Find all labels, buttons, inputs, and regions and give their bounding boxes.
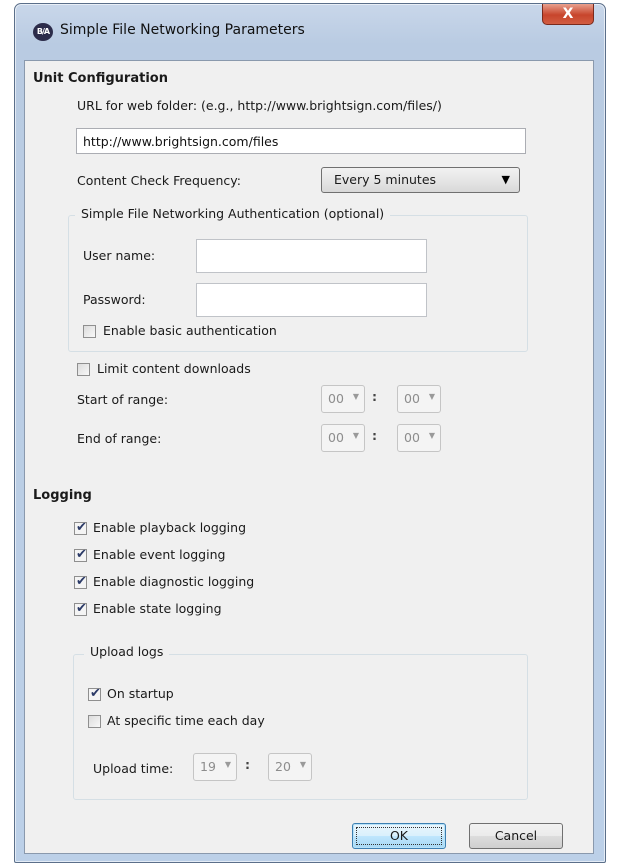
enable-diagnostic-logging-checkbox[interactable]: ✔ — [74, 574, 87, 589]
close-icon: X — [562, 6, 574, 22]
on-startup-label[interactable]: On startup — [107, 686, 174, 701]
focus-rectangle — [356, 827, 442, 845]
username-input[interactable] — [196, 239, 427, 273]
ok-button[interactable]: OK — [352, 823, 446, 849]
password-label: Password: — [83, 292, 146, 307]
dialog-window: B/A Simple File Networking Parameters X … — [14, 3, 606, 863]
upload-hour-value: 19 — [200, 759, 216, 774]
upload-minute-select[interactable]: 20 ▼ — [268, 753, 312, 781]
time-separator: : — [372, 428, 377, 443]
content-check-frequency-label: Content Check Frequency: — [77, 173, 241, 188]
url-input[interactable] — [76, 128, 526, 154]
username-label: User name: — [83, 248, 156, 263]
cancel-button-label: Cancel — [494, 828, 538, 843]
authentication-groupbox: Simple File Networking Authentication (o… — [68, 206, 528, 352]
start-hour-value: 00 — [328, 391, 344, 406]
enable-playback-logging-label[interactable]: Enable playback logging — [93, 520, 246, 535]
time-separator: : — [245, 757, 250, 772]
close-button[interactable]: X — [542, 4, 594, 25]
start-minute-select[interactable]: 00 ▼ — [397, 385, 441, 413]
enable-state-logging-checkbox[interactable]: ✔ — [74, 601, 87, 616]
on-startup-checkbox[interactable]: ✔ — [88, 686, 101, 701]
dialog-content: Unit Configuration URL for web folder: (… — [24, 60, 594, 854]
end-of-range-label: End of range: — [77, 431, 162, 446]
upload-logs-groupbox: Upload logs ✔ On startup At specific tim… — [73, 644, 528, 800]
title-bar[interactable]: B/A Simple File Networking Parameters X — [15, 4, 605, 60]
upload-logs-legend: Upload logs — [84, 644, 170, 659]
cancel-button[interactable]: Cancel — [469, 823, 563, 849]
password-input[interactable] — [196, 283, 427, 317]
checkmark-icon: ✔ — [76, 547, 87, 562]
unit-configuration-heading: Unit Configuration — [33, 71, 168, 86]
checkmark-icon: ✔ — [76, 601, 87, 616]
chevron-down-icon: ▼ — [352, 431, 359, 440]
end-hour-value: 00 — [328, 430, 344, 445]
end-minute-select[interactable]: 00 ▼ — [397, 424, 441, 452]
at-specific-time-label[interactable]: At specific time each day — [107, 713, 265, 728]
content-check-frequency-value: Every 5 minutes — [334, 172, 437, 187]
logging-heading: Logging — [33, 488, 92, 503]
enable-diagnostic-logging-label[interactable]: Enable diagnostic logging — [93, 574, 254, 589]
checkmark-icon: ✔ — [76, 574, 87, 589]
authentication-legend: Simple File Networking Authentication (o… — [75, 206, 391, 221]
window-title: Simple File Networking Parameters — [60, 22, 305, 38]
start-of-range-label: Start of range: — [77, 392, 169, 407]
limit-content-downloads-checkbox[interactable] — [77, 363, 90, 376]
limit-content-downloads-label[interactable]: Limit content downloads — [97, 361, 251, 376]
enable-event-logging-label[interactable]: Enable event logging — [93, 547, 225, 562]
time-separator: : — [372, 389, 377, 404]
upload-hour-select[interactable]: 19 ▼ — [193, 753, 237, 781]
enable-playback-logging-checkbox[interactable]: ✔ — [74, 520, 87, 535]
chevron-down-icon: ▼ — [352, 392, 359, 401]
start-minute-value: 00 — [404, 391, 420, 406]
at-specific-time-checkbox[interactable] — [88, 715, 101, 728]
content-check-frequency-select[interactable]: Every 5 minutes ▼ — [321, 167, 520, 193]
enable-basic-auth-label[interactable]: Enable basic authentication — [103, 323, 277, 338]
upload-time-label: Upload time: — [93, 761, 174, 776]
checkmark-icon: ✔ — [90, 686, 101, 701]
checkmark-icon: ✔ — [76, 520, 87, 535]
chevron-down-icon: ▼ — [428, 431, 435, 440]
brightauthor-app-icon: B/A — [33, 23, 53, 41]
chevron-down-icon: ▼ — [224, 760, 231, 769]
url-label: URL for web folder: (e.g., http://www.br… — [77, 98, 442, 113]
enable-state-logging-label[interactable]: Enable state logging — [93, 601, 222, 616]
enable-event-logging-checkbox[interactable]: ✔ — [74, 547, 87, 562]
end-hour-select[interactable]: 00 ▼ — [321, 424, 365, 452]
chevron-down-icon: ▼ — [428, 392, 435, 401]
enable-basic-auth-checkbox[interactable] — [83, 325, 96, 338]
upload-minute-value: 20 — [275, 759, 291, 774]
end-minute-value: 00 — [404, 430, 420, 445]
dropdown-arrow-icon: ▼ — [501, 173, 510, 186]
start-hour-select[interactable]: 00 ▼ — [321, 385, 365, 413]
chevron-down-icon: ▼ — [299, 760, 306, 769]
